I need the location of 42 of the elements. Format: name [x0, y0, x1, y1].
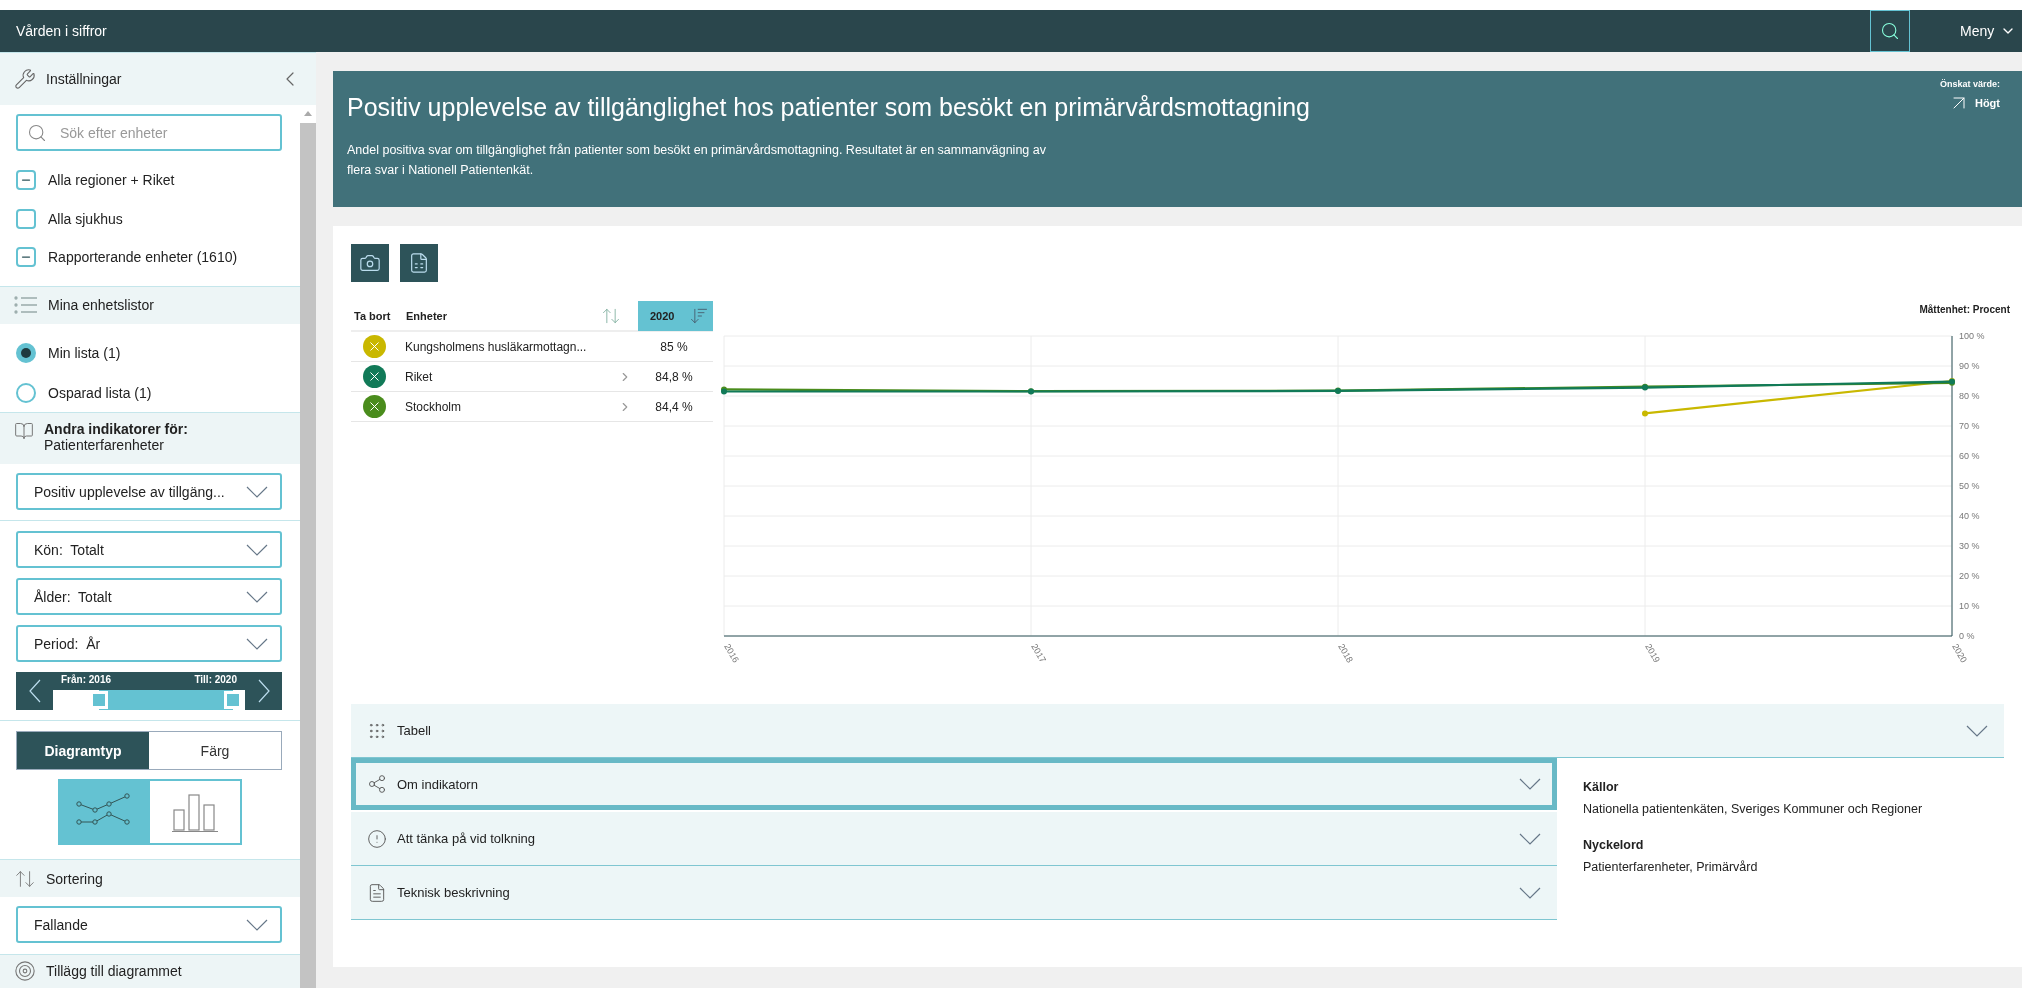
y-tick-label: 10 % [1959, 601, 1980, 611]
y-tick-label: 60 % [1959, 451, 1980, 461]
range-start-label: Från: 2016 [61, 674, 112, 688]
table-cell-text: 85 % [659, 339, 689, 354]
app-title: Vården i siffror [16, 23, 108, 39]
table-cell-text: 84,4 % [654, 399, 694, 414]
info-text: Patienterfarenheter, Primärvård [1583, 860, 1759, 874]
indicator-title: Positiv upplevelse av tillgänglighet hos patienter som besökt en primärvårdsmottagning [347, 93, 1311, 122]
y-tick-label: 70 % [1959, 421, 1980, 431]
column-header: Enheter [405, 310, 448, 322]
y-tick-label: 80 % [1959, 391, 1980, 401]
y-tick-label: 90 % [1959, 361, 1980, 371]
table-cell-text: Stockholm [404, 399, 463, 414]
section-subtitle: Patienterfarenheter [44, 437, 165, 454]
desired-value-label: Önskat värde: [1939, 79, 2000, 89]
section-title: Sortering [46, 870, 104, 887]
y-tick-label: 30 % [1959, 541, 1980, 551]
section-title: Andra indikatorer för: [44, 421, 189, 438]
y-tick-label: 20 % [1959, 571, 1980, 581]
y-tick-label: 100 % [1959, 332, 1985, 341]
indicator-description: Andel positiva svar om tillgänglighet från patienter som besökt en primärvårdsmottagning. Resultatet är en sammanvägning av flera svar i Nationell Patientenkät. [347, 142, 1047, 179]
checkbox-label: Rapporterande enheter (1610) [48, 249, 238, 266]
info-heading: Nyckelord [1583, 838, 1645, 852]
radio-label: Min lista (1) [48, 345, 121, 362]
y-tick-label: 40 % [1959, 511, 1980, 521]
y-tick-label: 0 % [1959, 631, 1975, 641]
info-text: Nationella patientenkäten, Sveriges Kommuner och Regioner [1583, 802, 1924, 816]
info-heading: Källor [1583, 780, 1620, 794]
unit-label: Måttenhet: Procent [1919, 303, 2010, 317]
desired-value: Högt [1974, 97, 2000, 109]
section-title: Mina enhetslistor [48, 297, 155, 313]
checkbox-label: Alla regioner + Riket [48, 172, 175, 189]
column-header: Ta bort [353, 310, 392, 322]
y-tick-label: 50 % [1959, 481, 1980, 491]
radio-label: Osparad lista (1) [48, 384, 152, 401]
section-title: Tillägg till diagrammet [46, 963, 183, 980]
table-cell-text: Riket [404, 369, 434, 384]
table-cell-text: 84,8 % [654, 369, 694, 384]
range-end-label: Till: 2020 [194, 674, 237, 688]
table-cell-text: Kungsholmens husläkarmottagn... [404, 339, 588, 354]
section-title: Inställningar [46, 71, 123, 87]
checkbox-label: Alla sjukhus [48, 210, 123, 227]
